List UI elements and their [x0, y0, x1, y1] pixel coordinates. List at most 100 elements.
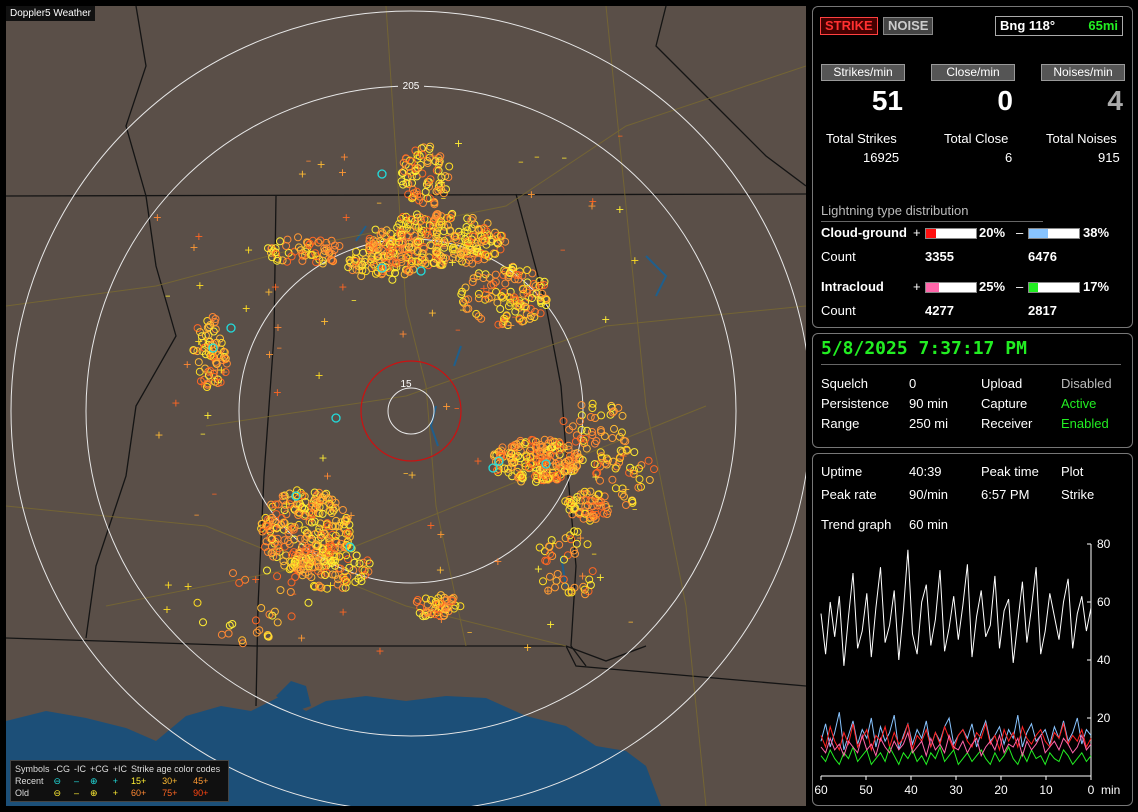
strike-marker: +	[493, 555, 502, 568]
strike-marker	[235, 578, 244, 587]
strike-marker: +	[282, 498, 291, 511]
strike-marker: +	[342, 211, 351, 224]
x-tick-label: 30	[949, 783, 963, 797]
noises-per-min-value: 4	[1107, 85, 1123, 116]
map-canvas[interactable]: 205 15 +++++++–+––+ –++–+++–+++–+++++++++…	[6, 6, 806, 806]
strike-marker: +	[189, 241, 198, 254]
strike-marker: +	[340, 150, 349, 163]
strike-marker	[611, 484, 620, 493]
strike-marker: +	[273, 321, 282, 334]
strike-marker: +	[338, 606, 347, 619]
range-value: 250 mi	[909, 416, 949, 431]
strike-marker: +	[217, 363, 226, 376]
strike-marker: +	[203, 409, 212, 422]
neg-cg-recent-icon: ⊖	[53, 776, 62, 786]
x-tick-label: 50	[859, 783, 873, 797]
strike-marker	[279, 557, 288, 566]
strike-marker: +	[448, 256, 457, 269]
strike-marker	[581, 434, 590, 443]
strike-marker	[193, 598, 202, 607]
strike-marker: –	[454, 402, 460, 415]
strike-marker: –	[277, 341, 283, 354]
strike-marker: +	[473, 455, 482, 468]
cg-plus-percent: 20%	[979, 225, 1006, 240]
trend-series-line-3	[820, 745, 1092, 766]
strike-marker: +	[428, 306, 437, 319]
neg-ic-old-icon: –	[74, 788, 80, 798]
strike-marker: +	[407, 468, 416, 481]
strike-marker: +	[197, 378, 206, 391]
intracloud-label: Intracloud	[821, 279, 884, 294]
strike-marker	[194, 358, 203, 367]
strike-marker	[608, 475, 617, 484]
strike-marker: –	[212, 487, 218, 500]
strike-stats-panel: STRIKE NOISE Bng 118° 65mi Strikes/min C…	[812, 6, 1133, 328]
strike-marker: +	[414, 222, 423, 235]
app-title: Doppler5 Weather	[6, 6, 95, 21]
trend-series-line-0	[820, 549, 1092, 666]
legend-header-neg-cg: -CG	[53, 764, 71, 774]
strike-marker: +	[183, 580, 192, 593]
strike-marker: –	[442, 241, 448, 254]
cg-plus-bar-fill	[926, 229, 936, 238]
strike-marker	[276, 237, 284, 246]
close-per-min-label: Close/min	[931, 64, 1015, 81]
neg-cg-old-icon: ⊖	[53, 788, 62, 798]
noise-button[interactable]: NOISE	[883, 17, 934, 35]
strike-marker: +	[437, 176, 446, 189]
strike-marker	[611, 464, 620, 473]
strike-marker: –	[165, 289, 171, 302]
total-strikes-label: Total Strikes	[826, 131, 897, 146]
strike-marker: +	[195, 279, 204, 292]
strike-marker	[644, 456, 653, 465]
strike-marker: –	[560, 243, 566, 256]
strike-marker	[352, 551, 361, 560]
legend-old-label: Old	[15, 788, 30, 798]
strike-marker	[608, 434, 617, 442]
strike-marker: +	[527, 188, 536, 201]
range-label-inner: 15	[400, 379, 412, 390]
strikes-per-min-label: Strikes/min	[821, 64, 905, 81]
strike-marker: +	[154, 429, 163, 442]
strike-marker	[617, 428, 626, 437]
strike-marker	[225, 621, 234, 630]
ic-minus-bar-fill	[1029, 283, 1038, 292]
strike-marker: –	[200, 427, 206, 440]
recent-strike-marker	[226, 323, 236, 333]
strike-button[interactable]: STRIKE	[820, 17, 878, 35]
bearing-label: Bng 118°	[1000, 18, 1056, 33]
x-axis-label: min	[1101, 783, 1120, 797]
receiver-value: Enabled	[1061, 416, 1109, 431]
x-tick-label: 10	[1039, 783, 1053, 797]
radar-map[interactable]: 205 15 + + + + + + + – + – – + – + + – + + + – + + + – + + + + + + + + +…	[6, 6, 806, 806]
strike-marker: +	[297, 632, 306, 645]
strike-marker: +	[398, 328, 407, 341]
strike-marker	[193, 324, 202, 333]
strike-marker	[282, 510, 291, 519]
upload-label: Upload	[981, 376, 1023, 391]
strike-marker	[217, 630, 226, 639]
strike-marker: –	[591, 547, 597, 560]
strike-marker	[630, 448, 639, 457]
neg-ic-recent-icon: –	[74, 776, 80, 786]
pos-ic-old-icon: +	[112, 788, 119, 798]
strike-marker	[345, 563, 354, 572]
strike-marker: +	[375, 644, 384, 657]
strike-marker: +	[271, 281, 280, 294]
strike-marker: +	[621, 483, 630, 496]
capture-label: Capture	[981, 396, 1028, 411]
strike-marker: +	[615, 203, 624, 216]
strike-marker	[195, 367, 204, 376]
strike-marker	[229, 569, 237, 578]
strike-marker: +	[484, 286, 493, 299]
cg-plus-bar	[925, 228, 977, 239]
strike-marker	[276, 586, 285, 595]
cg-minus-bar	[1028, 228, 1080, 239]
pos-cg-recent-icon: ⊕	[90, 776, 98, 786]
strike-marker: +	[244, 244, 253, 257]
strike-marker: +	[323, 469, 332, 482]
strike-marker: –	[632, 503, 638, 516]
status-panel: 5/8/2025 7:37:17 PM Squelch 0 Upload Dis…	[812, 333, 1133, 448]
strike-marker: +	[194, 335, 203, 348]
recent-strike-marker	[331, 413, 341, 423]
